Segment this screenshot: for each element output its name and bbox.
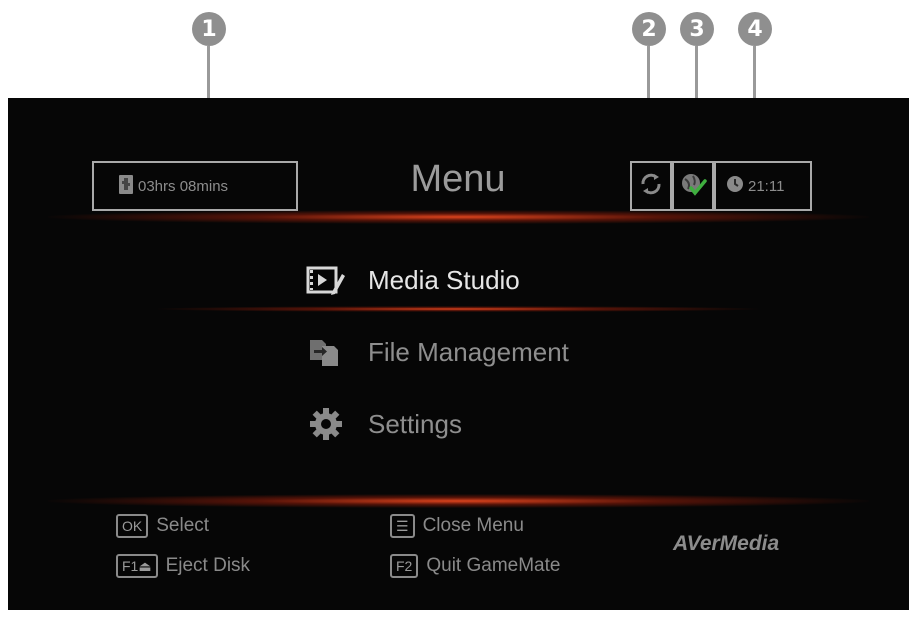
network-status (672, 161, 714, 211)
hint-label: Close Menu (422, 515, 524, 536)
clock-icon (726, 175, 744, 198)
gamemate-screen: 03hrs 08mins Menu 21:11 Media Studio Fil… (8, 98, 909, 610)
ok-key-icon: OK (116, 514, 149, 538)
hint-label: Select (156, 515, 210, 536)
sync-icon (638, 171, 664, 202)
footer-divider-glow (48, 494, 869, 508)
callout-1: 1 (192, 12, 226, 46)
header-divider-glow (48, 210, 869, 224)
film-edit-icon (306, 264, 346, 296)
callout-4: 4 (738, 12, 772, 46)
menu-item-file-management[interactable]: File Management (306, 336, 569, 368)
hint-quit-gamemate: F2 Quit GameMate (390, 554, 560, 578)
network-globe-icon (679, 171, 707, 202)
storage-indicator: 03hrs 08mins (92, 161, 298, 211)
hint-select: OK Select (116, 514, 209, 538)
clock-time: 21:11 (748, 177, 785, 195)
menu-item-label: Media Studio (368, 264, 520, 295)
menu-item-label: File Management (368, 336, 569, 367)
callout-2: 2 (632, 12, 666, 46)
callout-3: 3 (680, 12, 714, 46)
gear-icon (306, 408, 346, 440)
menu-item-settings[interactable]: Settings (306, 408, 462, 440)
f1-eject-key-icon: F1⏏ (116, 554, 158, 578)
hint-eject-disk: F1⏏ Eject Disk (116, 554, 250, 578)
clock-status: 21:11 (714, 161, 812, 211)
hint-label: Quit GameMate (426, 555, 561, 576)
menu-item-label: Settings (368, 408, 462, 439)
selection-underline-glow (158, 306, 758, 312)
storage-remaining-text: 03hrs 08mins (138, 177, 229, 195)
usb-stick-icon (118, 173, 134, 200)
file-management-icon (306, 336, 346, 368)
avermedia-logo: AVerMedia (673, 532, 780, 555)
hint-label: Eject Disk (165, 555, 251, 576)
menu-title: Menu (410, 158, 506, 200)
menu-key-icon: ☰ (390, 514, 415, 538)
hint-close-menu: ☰ Close Menu (390, 514, 524, 538)
menu-item-media-studio[interactable]: Media Studio (306, 264, 520, 296)
sync-status (630, 161, 672, 211)
f2-key-icon: F2 (390, 554, 419, 578)
